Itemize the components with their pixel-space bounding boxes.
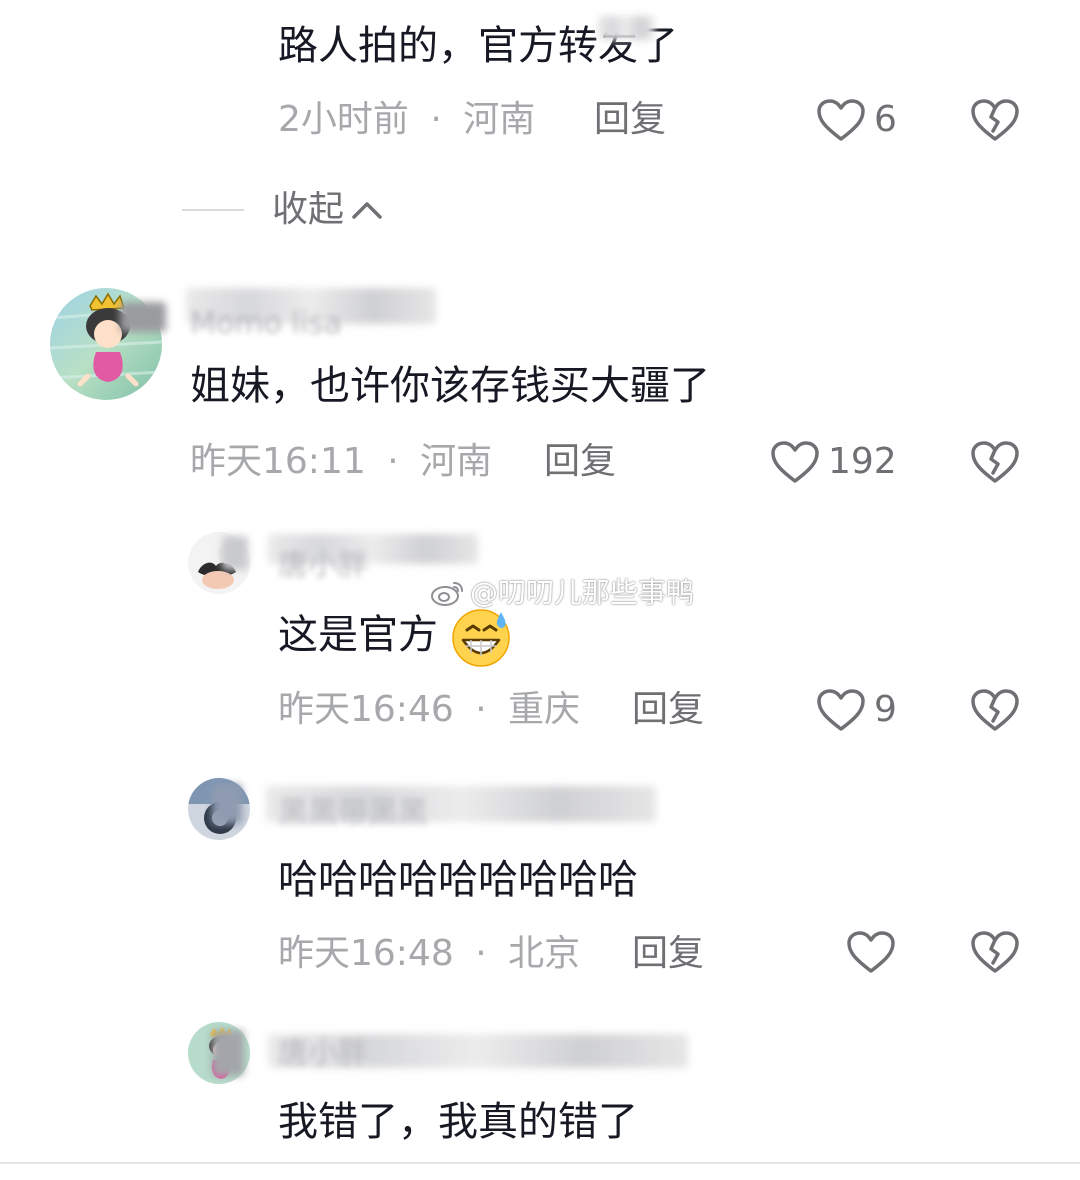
redaction-blur <box>598 16 654 40</box>
like-count: 192 <box>828 441 897 482</box>
like-button[interactable] <box>846 930 904 974</box>
comment-location: 重庆 <box>508 689 581 730</box>
heart-outline-icon <box>846 930 896 974</box>
like-button[interactable]: 9 <box>816 688 897 732</box>
broken-heart-icon <box>970 98 1020 142</box>
username[interactable]: 黑黑带黑黑 <box>278 796 428 832</box>
meta-separator: · <box>475 933 487 974</box>
dislike-button[interactable] <box>970 98 1020 142</box>
redaction-blur <box>120 302 166 332</box>
dislike-button[interactable] <box>970 688 1020 732</box>
collapse-divider <box>182 209 244 211</box>
comment-text-body: 这是官方 <box>278 612 438 658</box>
comment-location: 河南 <box>463 99 536 140</box>
comment-text: 这是官方 <box>278 606 513 668</box>
comment-text: 我错了，我真的错了 <box>278 1099 638 1145</box>
comment-meta: 昨天16:48 · 北京 <box>278 932 580 976</box>
like-button[interactable]: 6 <box>816 98 897 142</box>
comment-meta: 2小时前 · 河南 <box>278 98 535 142</box>
broken-heart-icon <box>970 930 1020 974</box>
like-button[interactable]: 192 <box>770 440 897 484</box>
collapse-label: 收起 <box>272 189 345 230</box>
comment-text: 哈哈哈哈哈哈哈哈哈 <box>278 857 638 903</box>
heart-outline-icon <box>816 688 866 732</box>
bottom-divider <box>0 1162 1080 1164</box>
meta-separator: · <box>430 99 442 140</box>
dislike-button[interactable] <box>970 440 1020 484</box>
dislike-button[interactable] <box>970 930 1020 974</box>
redaction-blur <box>212 784 242 824</box>
meta-separator: · <box>387 441 399 482</box>
comment-time: 昨天16:46 <box>278 689 454 730</box>
broken-heart-icon <box>970 440 1020 484</box>
comment-time: 昨天16:11 <box>190 441 366 482</box>
username[interactable]: 唐小胖 <box>278 1036 368 1072</box>
like-count: 9 <box>874 689 897 730</box>
reply-button[interactable]: 回复 <box>632 932 704 976</box>
comment-meta: 昨天16:46 · 重庆 <box>278 688 580 732</box>
username[interactable]: 唐小胖 <box>278 548 368 584</box>
redaction-blur <box>222 536 248 570</box>
weibo-icon <box>430 579 464 607</box>
grinning-sweat-emoji <box>451 606 513 668</box>
comment-location: 河南 <box>420 441 493 482</box>
watermark-text: @叨叨儿那些事鸭 <box>470 576 695 609</box>
username[interactable]: Momo lisa <box>190 306 342 342</box>
heart-outline-icon <box>816 98 866 142</box>
broken-heart-icon <box>970 688 1020 732</box>
comment-meta: 昨天16:11 · 河南 <box>190 440 492 484</box>
collapse-button[interactable]: 收起 <box>272 188 384 232</box>
like-count: 6 <box>874 99 897 140</box>
reply-button[interactable]: 回复 <box>594 98 666 142</box>
meta-separator: · <box>475 689 487 730</box>
comment-time: 2小时前 <box>278 99 409 140</box>
watermark: @叨叨儿那些事鸭 <box>430 576 694 610</box>
comment-text: 姐妹，也许你该存钱买大疆了 <box>190 363 710 409</box>
heart-outline-icon <box>770 440 820 484</box>
chevron-up-icon <box>350 198 384 222</box>
reply-button[interactable]: 回复 <box>632 688 704 732</box>
redaction-blur <box>212 1030 244 1076</box>
comment-location: 北京 <box>508 933 581 974</box>
comment-time: 昨天16:48 <box>278 933 454 974</box>
reply-button[interactable]: 回复 <box>544 440 616 484</box>
